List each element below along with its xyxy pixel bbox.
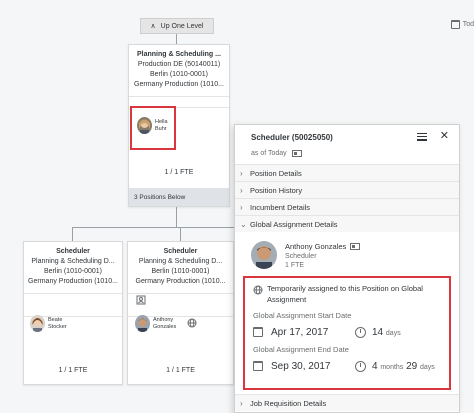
- chevron-right-icon: ›: [240, 185, 243, 195]
- highlight-box: [130, 106, 176, 150]
- id-card-icon[interactable]: [291, 150, 302, 157]
- position-title: Scheduler: [56, 248, 90, 255]
- incumbent[interactable]: Anthony Gonzales: [135, 315, 197, 332]
- incumbent[interactable]: Beate Stocker: [30, 315, 67, 332]
- ga-notice: Temporarily assigned to this Position on…: [267, 284, 423, 304]
- section-job-requisition-details[interactable]: › Job Requisition Details: [235, 394, 459, 411]
- ga-start-duration: 14 days: [372, 326, 401, 338]
- child-position-card[interactable]: Scheduler Planning & Scheduling D... Ber…: [23, 241, 123, 385]
- today-label: Tod: [462, 21, 474, 28]
- connector-line: [72, 227, 73, 241]
- up-one-level-button[interactable]: ∧ Up One Level: [140, 18, 214, 34]
- connector-line: [72, 227, 252, 228]
- position-title: Planning & Scheduling ...: [136, 51, 221, 58]
- org-unit: Planning & Scheduling D...: [31, 258, 115, 265]
- positions-below-bar[interactable]: 3 Positions Below: [129, 188, 229, 206]
- chevron-right-icon: ›: [240, 168, 243, 178]
- company: Germany Production (1010...: [134, 81, 224, 88]
- company: Germany Production (1010...: [28, 278, 118, 285]
- avatar: [251, 241, 277, 269]
- menu-icon[interactable]: [416, 132, 427, 141]
- chevron-up-icon: ∧: [150, 23, 156, 30]
- clock-icon: [355, 326, 366, 338]
- close-icon[interactable]: ✕: [440, 131, 449, 142]
- today-control[interactable]: Tod: [450, 20, 474, 29]
- globe-icon: [187, 318, 197, 330]
- divider: [24, 293, 122, 294]
- ga-incumbent: Anthony Gonzales Scheduler 1 FTE: [251, 241, 361, 270]
- company: Germany Production (1010...: [135, 278, 226, 285]
- org-unit: Production DE (50140011): [137, 61, 221, 68]
- section-position-details[interactable]: › Position Details: [235, 164, 459, 181]
- connector-line: [176, 207, 177, 227]
- ga-end-duration: 4 months 29 days: [372, 360, 435, 372]
- chevron-right-icon: ›: [240, 202, 243, 212]
- section-incumbent-details[interactable]: › Incumbent Details: [235, 198, 459, 215]
- clock-icon: [355, 360, 366, 372]
- section-position-history[interactable]: › Position History: [235, 181, 459, 198]
- chevron-right-icon: ›: [240, 398, 243, 408]
- incumbent-name: Beate Stocker: [48, 316, 67, 330]
- as-of-label: as of Today: [251, 150, 287, 157]
- chevron-down-icon: ⌄: [240, 219, 247, 229]
- ga-fte: 1 FTE: [285, 262, 305, 269]
- calendar-icon: [450, 20, 460, 29]
- ga-person-name[interactable]: Anthony Gonzales: [285, 241, 346, 252]
- id-card-icon[interactable]: [350, 243, 361, 250]
- ga-end-row: Sep 30, 2017 4 months 29 days: [253, 359, 441, 373]
- ga-start-label: Global Assignment Start Date: [253, 311, 352, 320]
- fte: 1 / 1 FTE: [166, 367, 195, 374]
- globe-icon: [253, 283, 263, 305]
- up-one-level-label: Up One Level: [160, 22, 204, 30]
- ga-job: Scheduler: [285, 253, 317, 260]
- org-unit: Planning & Scheduling D...: [138, 258, 223, 265]
- incumbent-name: Anthony Gonzales: [153, 316, 177, 330]
- position-title: Scheduler: [163, 248, 198, 255]
- fte: 1 / 1 FTE: [164, 169, 194, 176]
- global-assignment-box: Temporarily assigned to this Position on…: [243, 276, 451, 390]
- ga-start-date: Apr 17, 2017: [271, 326, 329, 338]
- location: Berlin (1010-0001): [44, 268, 102, 275]
- avatar: [135, 315, 150, 332]
- avatar: [30, 315, 45, 332]
- divider: [128, 293, 233, 294]
- position-details-panel: Scheduler (50025050) as of Today ✕ › Posi…: [234, 124, 460, 413]
- ga-end-label: Global Assignment End Date: [253, 345, 349, 354]
- ga-start-row: Apr 17, 2017 14 days: [253, 325, 441, 339]
- location: Berlin (1010-0001): [150, 71, 208, 78]
- section-global-assignment-details[interactable]: ⌄ Global Assignment Details: [235, 215, 459, 232]
- connector-line: [176, 34, 177, 44]
- global-assignment-icon: [136, 295, 146, 307]
- child-position-card-selected[interactable]: Scheduler Planning & Scheduling D... Ber…: [127, 241, 234, 385]
- ga-end-date: Sep 30, 2017: [271, 360, 331, 372]
- calendar-icon: [253, 361, 263, 371]
- divider: [129, 96, 229, 97]
- location: Berlin (1010-0001): [151, 268, 210, 275]
- connector-line: [180, 227, 181, 241]
- calendar-icon: [253, 327, 263, 337]
- fte: 1 / 1 FTE: [58, 367, 88, 374]
